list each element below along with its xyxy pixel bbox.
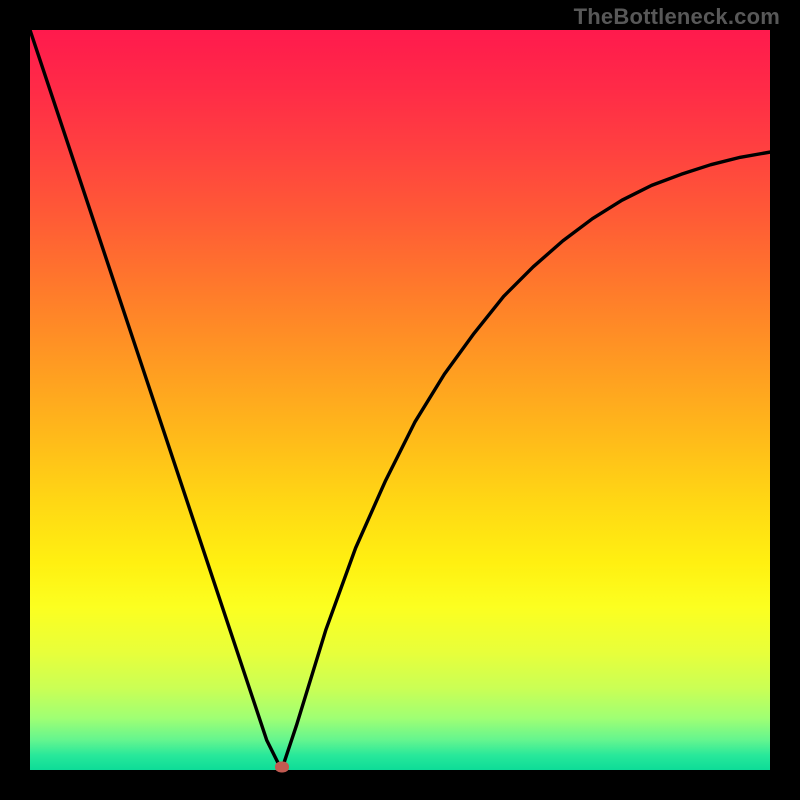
- curve-layer: [30, 30, 770, 770]
- bottleneck-curve: [30, 30, 770, 770]
- minimum-marker: [275, 762, 289, 773]
- watermark-text: TheBottleneck.com: [574, 4, 780, 30]
- plot-area: [30, 30, 770, 770]
- chart-frame: TheBottleneck.com: [0, 0, 800, 800]
